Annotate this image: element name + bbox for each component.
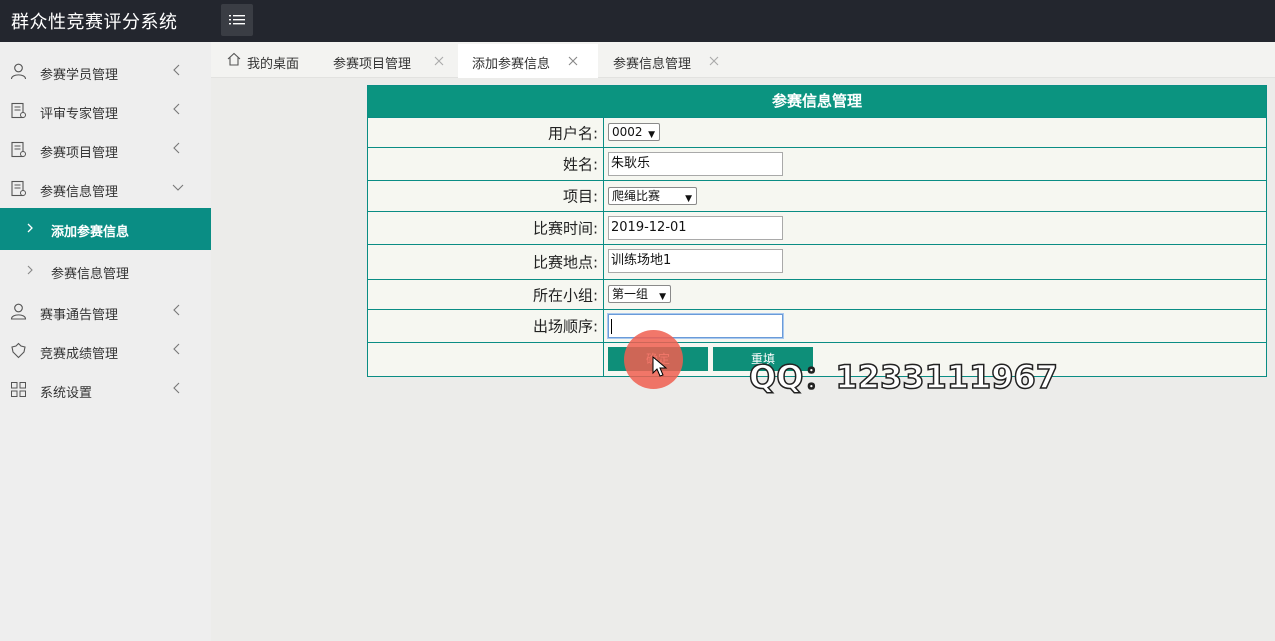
- tab-label: 参赛项目管理: [333, 57, 412, 72]
- field-label: 项目:: [562, 187, 598, 206]
- dropdown-arrow-icon: ▼: [685, 194, 692, 204]
- chevron-left-icon: [173, 64, 180, 76]
- sidebar-item-label: 竞赛成绩管理: [40, 347, 119, 362]
- form-row-project: 项目: 爬绳比赛 ▼: [368, 180, 1266, 211]
- text-caret: [611, 319, 612, 334]
- dropdown-arrow-icon: ▼: [648, 130, 655, 140]
- field-label: 所在小组:: [532, 286, 598, 304]
- sidebar-subitem-add-entry[interactable]: 添加参赛信息: [0, 208, 211, 250]
- form-title: 参赛信息管理: [368, 86, 1266, 117]
- chevron-left-icon: [173, 304, 180, 316]
- mouse-pointer-icon: [652, 356, 668, 377]
- dropdown-arrow-icon: ▼: [659, 292, 666, 302]
- sidebar-item-scores[interactable]: 竞赛成绩管理: [0, 331, 211, 370]
- form-row-username: 用户名: 0002 ▼: [368, 117, 1266, 147]
- chevron-left-icon: [173, 343, 180, 355]
- tab-project-manage[interactable]: 参赛项目管理: [317, 44, 458, 78]
- username-select[interactable]: 0002 ▼: [608, 123, 660, 141]
- sidebar-item-label: 参赛项目管理: [40, 146, 119, 161]
- close-icon[interactable]: [568, 56, 578, 66]
- sidebar-item-projects[interactable]: 参赛项目管理: [0, 130, 211, 169]
- document-icon: [11, 141, 26, 158]
- tab-label: 我的桌面: [247, 57, 300, 72]
- sidebar-item-notices[interactable]: 赛事通告管理: [0, 292, 211, 331]
- user-icon: [10, 303, 27, 320]
- match-time-field[interactable]: 2019-12-01: [608, 216, 783, 240]
- field-label: 比赛时间:: [532, 219, 598, 238]
- tab-bar: 我的桌面 参赛项目管理 添加参赛信息 参赛信息管理: [211, 42, 1275, 78]
- close-icon[interactable]: [434, 56, 444, 66]
- menu-toggle-button[interactable]: [221, 4, 253, 36]
- chevron-down-icon: [172, 184, 184, 191]
- entry-form: 参赛信息管理 用户名: 0002 ▼ 姓名: 朱耿乐 项目: 爬绳比赛 ▼ 比赛时间…: [367, 85, 1267, 377]
- tab-label: 添加参赛信息: [472, 57, 551, 72]
- group-select[interactable]: 第一组 ▼: [608, 285, 671, 303]
- field-label: 出场顺序:: [532, 317, 598, 336]
- sidebar-item-label: 参赛信息管理: [40, 185, 119, 200]
- field-label: 用户名:: [547, 124, 598, 142]
- sidebar-item-label: 赛事通告管理: [40, 308, 119, 323]
- sidebar: 参赛学员管理 评审专家管理 参赛项目管理 参赛信息管理 添加参赛信息 参赛信息管…: [0, 42, 211, 641]
- document-icon: [11, 180, 26, 197]
- field-label: 比赛地点:: [532, 253, 598, 272]
- chevron-right-icon: [27, 223, 33, 233]
- form-row-match-time: 比赛时间: 2019-12-01: [368, 211, 1266, 244]
- name-field[interactable]: 朱耿乐: [608, 152, 783, 176]
- chevron-right-icon: [27, 265, 33, 275]
- field-label: 姓名:: [562, 155, 598, 174]
- app-title: 群众性竞赛评分系统: [11, 12, 178, 33]
- form-row-name: 姓名: 朱耿乐: [368, 147, 1266, 180]
- user-icon: [10, 63, 27, 80]
- match-location-field[interactable]: 训练场地1: [608, 249, 783, 273]
- chevron-left-icon: [173, 382, 180, 394]
- home-icon: [227, 52, 241, 66]
- top-bar: 群众性竞赛评分系统: [0, 0, 1275, 42]
- sidebar-subitem-label: 参赛信息管理: [51, 267, 130, 282]
- sidebar-item-experts[interactable]: 评审专家管理: [0, 91, 211, 130]
- sidebar-subitem-label: 添加参赛信息: [51, 225, 130, 240]
- sidebar-item-label: 评审专家管理: [40, 107, 119, 122]
- grid-icon: [11, 382, 26, 397]
- tab-entry-manage[interactable]: 参赛信息管理: [598, 44, 728, 78]
- tab-add-entry[interactable]: 添加参赛信息: [458, 44, 598, 78]
- chevron-left-icon: [173, 142, 180, 154]
- sidebar-item-entry-info[interactable]: 参赛信息管理: [0, 169, 211, 208]
- list-icon: [229, 15, 245, 25]
- sidebar-item-label: 系统设置: [40, 386, 93, 401]
- trophy-icon: [11, 342, 26, 359]
- watermark: QQ：1233111967: [748, 357, 1059, 397]
- sidebar-item-athletes[interactable]: 参赛学员管理: [0, 52, 211, 91]
- sidebar-item-label: 参赛学员管理: [40, 68, 119, 83]
- form-row-match-location: 比赛地点: 训练场地1: [368, 244, 1266, 279]
- tab-my-desktop[interactable]: 我的桌面: [211, 44, 317, 78]
- sidebar-subitem-entry-manage[interactable]: 参赛信息管理: [0, 250, 211, 292]
- form-row-order: 出场顺序:: [368, 309, 1266, 342]
- form-row-group: 所在小组: 第一组 ▼: [368, 279, 1266, 309]
- close-icon[interactable]: [709, 56, 719, 66]
- tab-label: 参赛信息管理: [613, 57, 692, 72]
- project-select[interactable]: 爬绳比赛 ▼: [608, 187, 697, 205]
- sidebar-item-settings[interactable]: 系统设置: [0, 370, 211, 409]
- order-field[interactable]: [608, 314, 783, 338]
- document-icon: [11, 102, 26, 119]
- chevron-left-icon: [173, 103, 180, 115]
